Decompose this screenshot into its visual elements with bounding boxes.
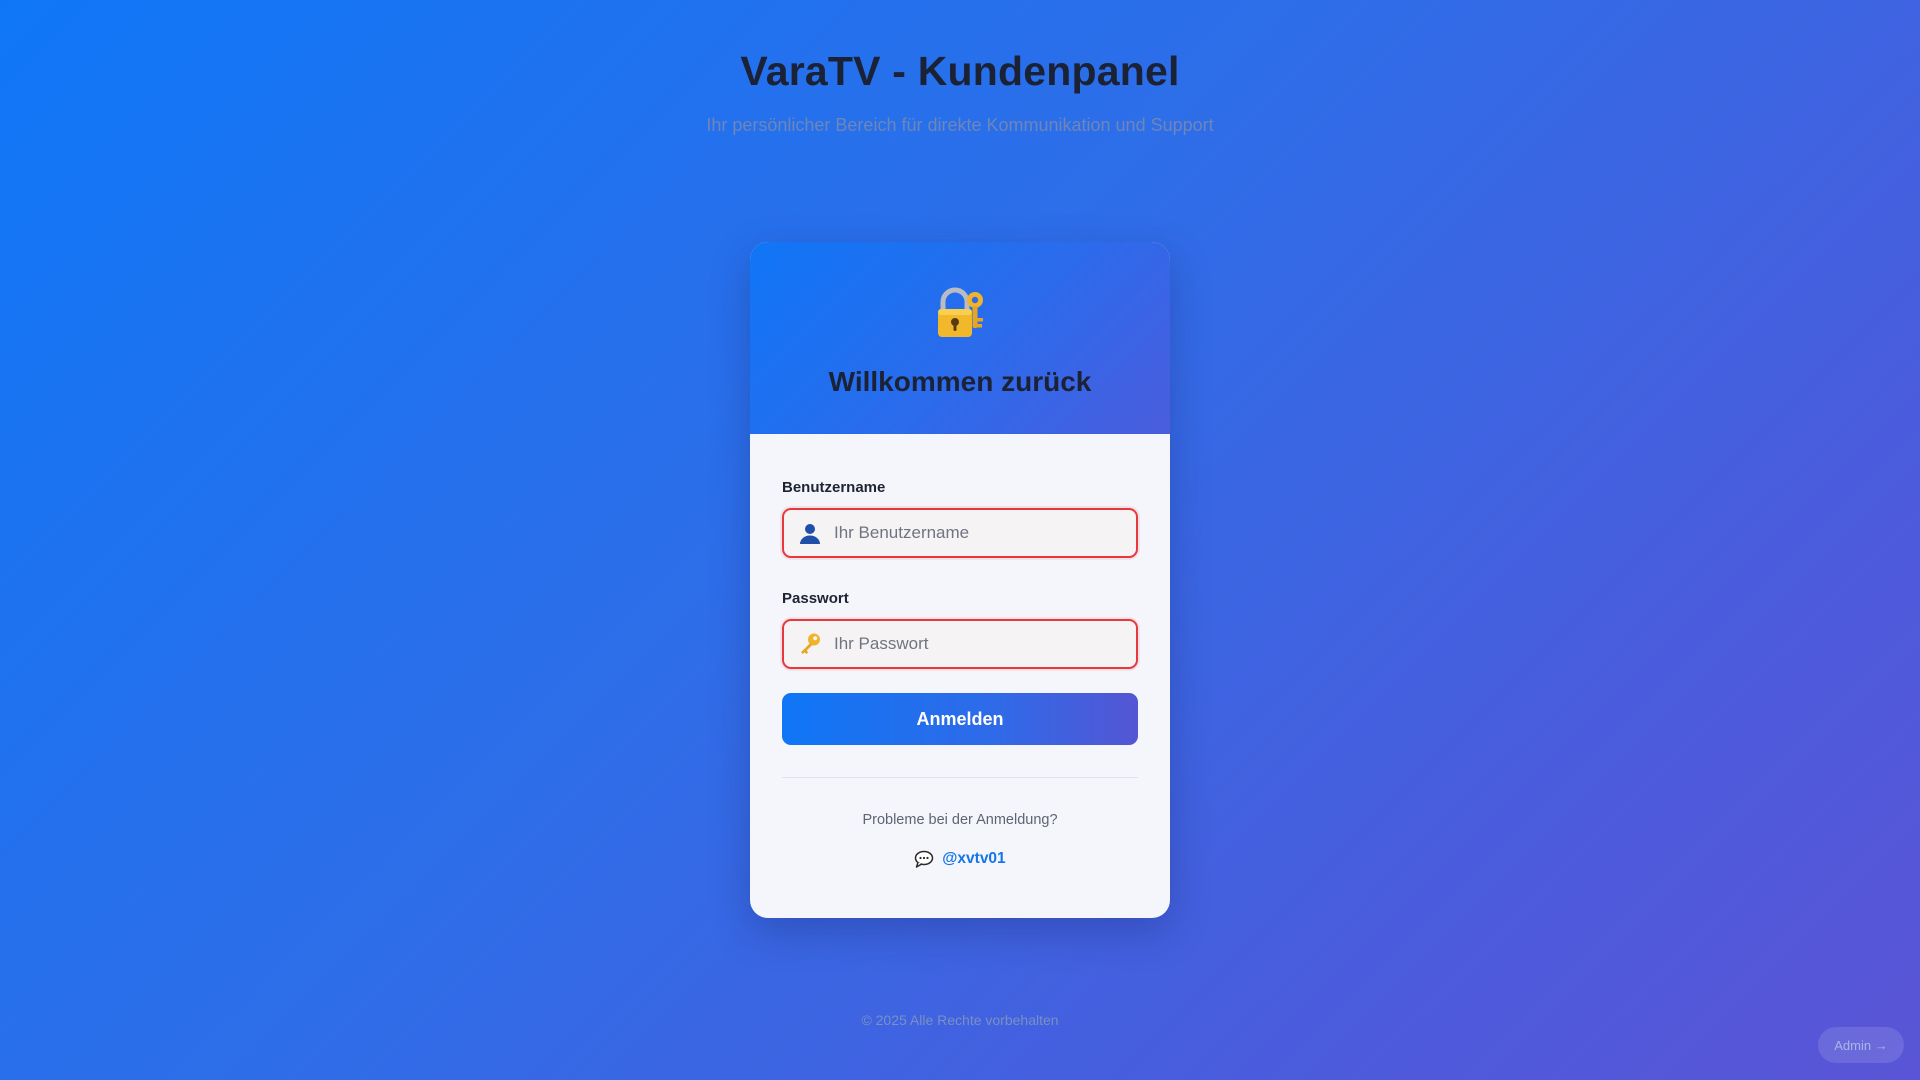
footer-copyright: © 2025 Alle Rechte vorbehalten <box>861 1012 1059 1028</box>
login-card: Willkommen zurück Benutzername Passwort … <box>750 242 1170 918</box>
login-card-header: Willkommen zurück <box>750 242 1170 434</box>
username-field[interactable] <box>782 508 1138 558</box>
page-header: VaraTV - Kundenpanel Ihr persönlicher Be… <box>0 48 1920 136</box>
login-button[interactable]: Anmelden <box>782 693 1138 745</box>
support-contact: @xvtv01 <box>782 850 1138 868</box>
password-label: Passwort <box>782 590 849 607</box>
login-help-text: Probleme bei der Anmeldung? <box>862 812 1058 828</box>
user-icon <box>800 524 820 544</box>
username-input[interactable] <box>834 513 1114 553</box>
divider <box>782 777 1138 778</box>
page-title: VaraTV - Kundenpanel <box>740 48 1180 94</box>
login-form: Benutzername Passwort Anmelden Probleme … <box>750 479 1170 868</box>
key-icon <box>801 633 820 654</box>
speech-bubble-icon <box>915 850 934 868</box>
support-contact-link[interactable]: @xvtv01 <box>942 850 1005 868</box>
page-subtitle: Ihr persönlicher Bereich für direkte Kom… <box>706 115 1214 135</box>
password-field[interactable] <box>782 619 1138 669</box>
username-label: Benutzername <box>782 479 886 496</box>
welcome-title: Willkommen zurück <box>828 366 1092 397</box>
password-input[interactable] <box>834 624 1114 664</box>
admin-link-button[interactable]: Admin → <box>1818 1027 1904 1063</box>
lock-with-key-icon <box>938 287 983 337</box>
